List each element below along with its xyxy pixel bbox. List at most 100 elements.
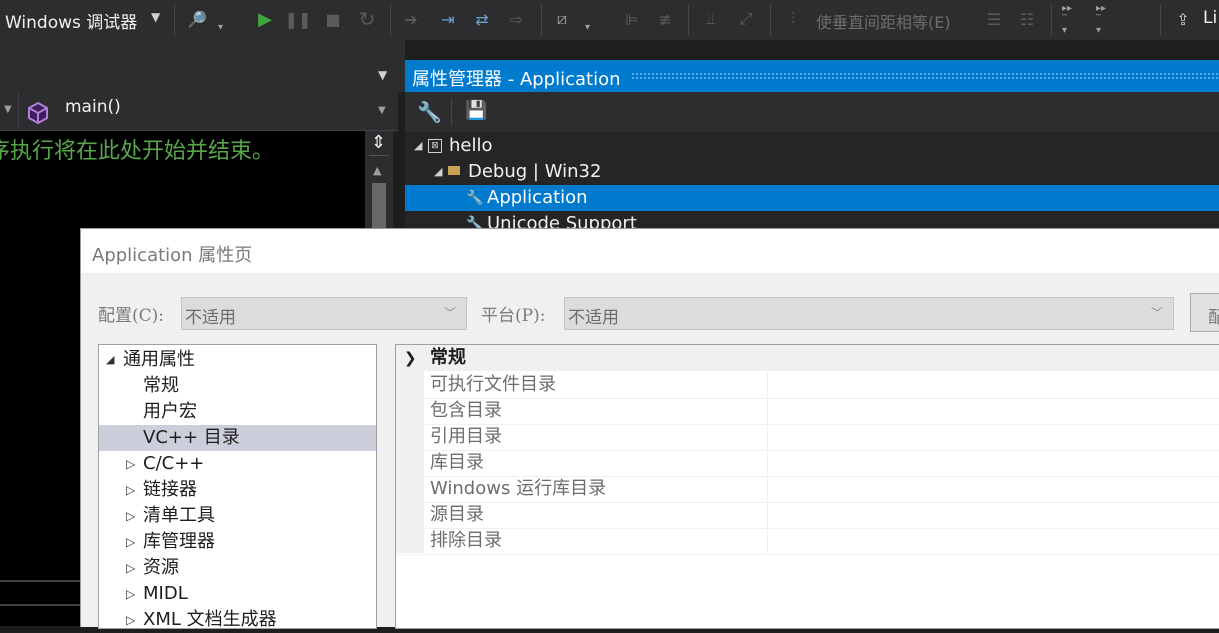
nav-item-midl[interactable]: ▷ MIDL: [99, 581, 376, 607]
divider: [0, 604, 80, 606]
align-center-icon[interactable]: ≢: [654, 8, 676, 30]
tree-item-debug-win32[interactable]: ◢ Debug | Win32: [405, 159, 1219, 185]
stop-icon[interactable]: ■: [322, 8, 344, 30]
grid-row-source-dirs[interactable]: 源目录: [396, 502, 1219, 529]
grid-row-executable-dirs[interactable]: 可执行文件目录: [396, 372, 1219, 399]
nav-item-user-macros[interactable]: 用户宏: [99, 399, 376, 425]
live-share-label[interactable]: Li: [1203, 8, 1217, 28]
config-label: 配置(C):: [98, 306, 164, 326]
nav-item-general[interactable]: 常规: [99, 373, 376, 399]
grid-category-general[interactable]: ❯ 常规: [396, 345, 1219, 371]
toolbar-overflow-icon[interactable]: ▸▸ ‾ ▾: [1096, 3, 1106, 36]
dropdown-arrow-icon[interactable]: ▼: [4, 104, 12, 115]
grid-row-label: 包含目录: [430, 400, 502, 421]
save-icon[interactable]: 💾: [465, 100, 487, 121]
config-select[interactable]: 不适用 ﹀: [181, 297, 467, 330]
dropdown-arrow-icon[interactable]: ▾: [218, 22, 223, 33]
align-bottom-icon[interactable]: ⫫: [700, 8, 722, 30]
collapsed-icon[interactable]: ▷: [126, 451, 135, 477]
nav-item-label: 通用属性: [123, 349, 195, 370]
tree-item-label: Application: [487, 187, 588, 208]
collapsed-icon[interactable]: ▷: [126, 503, 135, 529]
toolbar-separator: [541, 4, 542, 36]
nav-item-c-cpp[interactable]: ▷ C/C++: [99, 451, 376, 477]
scrollbar-thumb[interactable]: [372, 183, 386, 233]
collapsed-icon[interactable]: ▷: [126, 607, 135, 633]
split-window-icon[interactable]: ⇕: [371, 132, 386, 153]
nav-item-vc-directories[interactable]: VC++ 目录: [99, 425, 376, 451]
toolbar-overflow-icon[interactable]: ▸▸ ‾ ▾: [1062, 3, 1072, 36]
nav-item-common-properties[interactable]: ◢ 通用属性: [99, 347, 376, 373]
hex-display-icon[interactable]: ⧄: [551, 8, 573, 30]
code-comment: 序执行将在此处开始并结束。: [0, 139, 275, 164]
grid-divider: [767, 398, 768, 424]
grid-row-exclude-dirs[interactable]: 排除目录: [396, 528, 1219, 555]
chevron-down-icon[interactable]: ▼: [151, 10, 160, 24]
nav-item-librarian[interactable]: ▷ 库管理器: [99, 529, 376, 555]
function-icon: [28, 101, 48, 125]
tree-item-application[interactable]: 🔧 Application: [405, 185, 1219, 211]
tree-item-hello[interactable]: ◢ ⊠ hello: [405, 133, 1219, 159]
collapsed-icon[interactable]: ▷: [126, 529, 135, 555]
divider: [369, 155, 389, 156]
share-icon[interactable]: ⇪: [1172, 8, 1194, 30]
start-debug-icon[interactable]: ▶: [254, 8, 276, 30]
expanded-icon[interactable]: ◢: [106, 347, 114, 373]
grid-row-library-dirs[interactable]: 库目录: [396, 450, 1219, 477]
property-manager-toolbar: 🔧 💾: [405, 92, 1219, 132]
grid-row-label: 排除目录: [430, 530, 502, 551]
vertical-spacing-icon[interactable]: ⫶: [782, 8, 804, 30]
collapsed-icon[interactable]: ▷: [126, 477, 135, 503]
editor-tab-strip: ▼: [0, 40, 405, 92]
scroll-up-icon[interactable]: ▲: [373, 164, 381, 177]
grid-divider: [767, 450, 768, 476]
pause-icon[interactable]: ❚❚: [285, 8, 312, 30]
function-dropdown[interactable]: main(): [65, 97, 121, 117]
toolbar-separator: [174, 4, 175, 36]
grid-row-include-dirs[interactable]: 包含目录: [396, 398, 1219, 425]
dropdown-arrow-icon[interactable]: ▾: [585, 22, 590, 33]
chevron-down-icon[interactable]: ▼: [378, 105, 386, 116]
expanded-icon[interactable]: ◢: [414, 133, 422, 159]
chevron-down-icon[interactable]: ❯: [404, 345, 417, 371]
toolbar-separator: [1160, 4, 1161, 36]
align-left-icon[interactable]: ⊫: [621, 8, 643, 30]
grid-row-reference-dirs[interactable]: 引用目录: [396, 424, 1219, 451]
find-file-icon[interactable]: 🔎: [186, 8, 208, 30]
project-icon: ⊠: [428, 139, 442, 153]
make-vertical-spacing-equal-button[interactable]: 使垂直间距相等(E): [816, 9, 951, 33]
debugger-dropdown[interactable]: Windows 调试器: [5, 8, 137, 33]
grid-row-winrt-library-dirs[interactable]: Windows 运行库目录: [396, 476, 1219, 503]
tab-list-dropdown-icon[interactable]: ▼: [378, 68, 387, 82]
restart-icon[interactable]: ↻: [356, 7, 378, 31]
grid-divider: [767, 502, 768, 528]
panel-title: 属性管理器 - Application: [412, 69, 621, 90]
chevron-down-icon: ﹀: [444, 306, 457, 320]
expanded-icon[interactable]: ◢: [434, 159, 442, 185]
show-next-statement-icon[interactable]: ➔: [400, 8, 422, 30]
nav-item-label: XML 文档生成器: [143, 609, 277, 630]
button-label: 配: [1208, 308, 1219, 328]
nav-item-linker[interactable]: ▷ 链接器: [99, 477, 376, 503]
step-over-icon[interactable]: ⇄: [471, 8, 493, 30]
title-grip: [631, 72, 1219, 80]
collapsed-icon[interactable]: ▷: [126, 581, 135, 607]
nav-item-manifest-tool[interactable]: ▷ 清单工具: [99, 503, 376, 529]
step-out-icon[interactable]: ⇨: [505, 8, 527, 30]
nav-item-xml-doc-generator[interactable]: ▷ XML 文档生成器: [99, 607, 376, 633]
property-manager-tree: ◢ ⊠ hello ◢ Debug | Win32 🔧 Application …: [405, 132, 1219, 234]
nav-item-resources[interactable]: ▷ 资源: [99, 555, 376, 581]
nav-item-label: 链接器: [143, 479, 197, 500]
decrease-spacing-icon[interactable]: ☷: [1016, 8, 1038, 30]
grid-divider: [767, 476, 768, 502]
platform-select[interactable]: 不适用 ﹀: [564, 297, 1174, 330]
wrench-icon[interactable]: 🔧: [417, 100, 442, 124]
step-into-icon[interactable]: ⇥: [437, 8, 459, 30]
configuration-manager-button[interactable]: 配: [1190, 293, 1219, 332]
nav-item-label: C/C++: [143, 453, 205, 474]
collapsed-icon[interactable]: ▷: [126, 555, 135, 581]
make-same-size-icon[interactable]: ⤢: [735, 8, 757, 30]
platform-label: 平台(P):: [481, 306, 546, 326]
toolbar-separator: [451, 98, 452, 126]
increase-spacing-icon[interactable]: ☰: [983, 8, 1005, 30]
